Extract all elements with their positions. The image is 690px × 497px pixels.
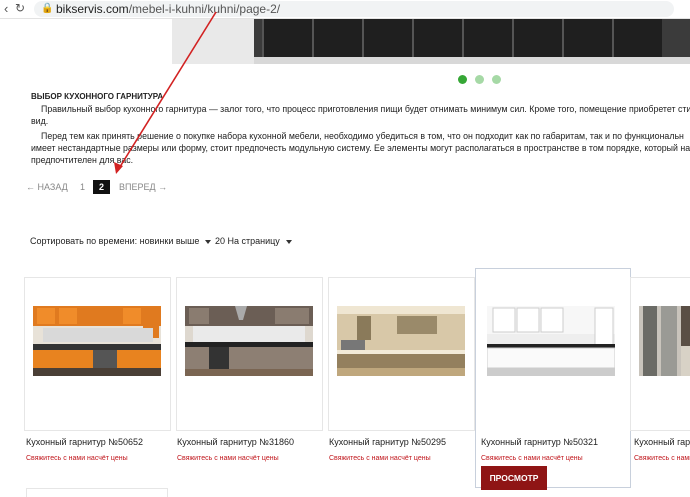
annotation-arrow-icon [114,11,217,174]
